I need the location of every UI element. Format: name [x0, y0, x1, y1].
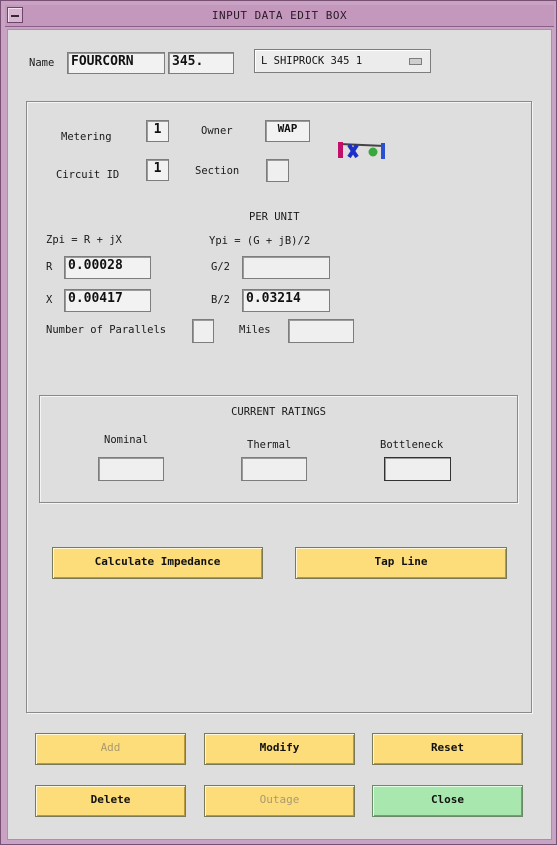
bottleneck-label: Bottleneck [380, 439, 444, 451]
g2-label: G/2 [211, 261, 230, 273]
edit-dialog-window: INPUT DATA EDIT BOX Name FOURCORN 345. L… [0, 0, 557, 845]
thermal-label: Thermal [247, 439, 292, 451]
kv-field[interactable]: 345. [168, 52, 234, 74]
add-button[interactable]: Add [35, 733, 186, 765]
modify-button[interactable]: Modify [204, 733, 355, 765]
bottleneck-field[interactable] [384, 457, 451, 481]
per-unit-label: PER UNIT [249, 211, 300, 223]
dropdown-indicator-icon [409, 58, 422, 65]
r-field[interactable]: 0.00028 [64, 256, 151, 279]
parallels-label: Number of Parallels [46, 324, 167, 336]
x-label: X [46, 294, 53, 306]
nominal-label: Nominal [104, 434, 149, 446]
b2-label: B/2 [211, 294, 230, 306]
network-line-icon [338, 142, 386, 159]
window-title: INPUT DATA EDIT BOX [211, 9, 348, 22]
outage-button[interactable]: Outage [204, 785, 355, 817]
miles-label: Miles [239, 324, 271, 336]
circuit-id-label: Circuit ID [56, 169, 120, 181]
g2-field[interactable] [242, 256, 330, 279]
reset-button[interactable]: Reset [372, 733, 523, 765]
owner-label: Owner [201, 125, 233, 137]
name-label: Name [29, 57, 55, 69]
calculate-impedance-button[interactable]: Calculate Impedance [52, 547, 263, 579]
section-label: Section [195, 165, 240, 177]
name-field[interactable]: FOURCORN [67, 52, 165, 74]
thermal-field[interactable] [241, 457, 307, 481]
branch-select[interactable]: L SHIPROCK 345 1 [254, 49, 431, 73]
miles-field[interactable] [288, 319, 354, 343]
tap-line-button[interactable]: Tap Line [295, 547, 507, 579]
section-field[interactable] [266, 159, 289, 182]
nominal-field[interactable] [98, 457, 164, 481]
delete-button[interactable]: Delete [35, 785, 186, 817]
b2-field[interactable]: 0.03214 [242, 289, 330, 312]
circuit-id-field[interactable]: 1 [146, 159, 169, 181]
close-button[interactable]: Close [372, 785, 523, 817]
r-label: R [46, 261, 53, 273]
metering-label: Metering [61, 131, 112, 143]
branch-select-value: L SHIPROCK 345 1 [261, 55, 363, 67]
parallels-field[interactable] [192, 319, 214, 343]
zpi-formula-label: Zpi = R + jX [46, 234, 122, 246]
ypi-formula-label: Ypi = (G + jB)/2 [209, 235, 311, 247]
metering-field[interactable]: 1 [146, 120, 169, 142]
current-ratings-title: CURRENT RATINGS [231, 406, 326, 418]
title-bar[interactable]: INPUT DATA EDIT BOX [5, 5, 554, 27]
owner-field[interactable]: WAP [265, 120, 310, 142]
x-field[interactable]: 0.00417 [64, 289, 151, 312]
